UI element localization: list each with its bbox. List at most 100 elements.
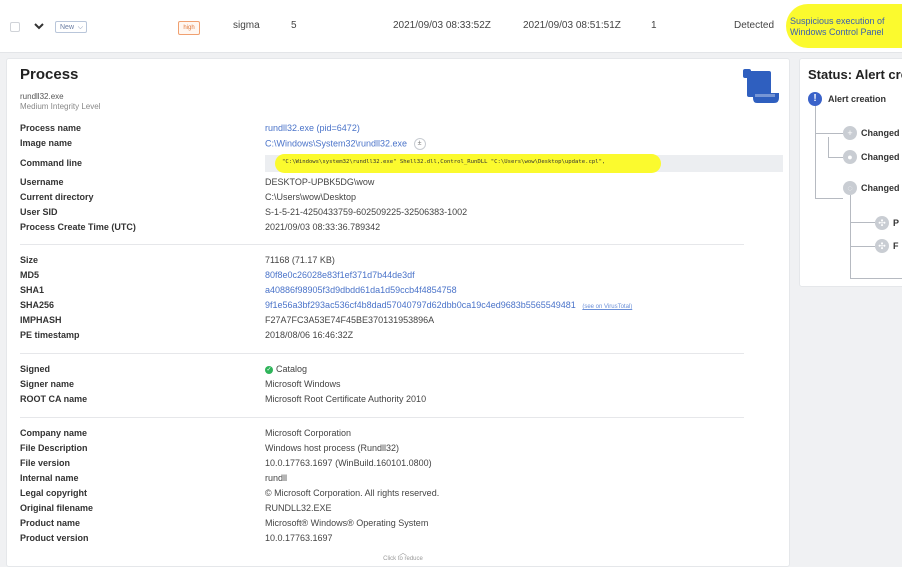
imphash-value: F27A7FC3A53E74F45BE370131953896A [265, 315, 435, 325]
pe-timestamp-value: 2018/08/06 16:46:32Z [265, 330, 354, 340]
size-value: 71168 (71.17 KB) [265, 255, 335, 265]
md5-link[interactable]: 80f8e0c26028e83f1ef371d7b44de3df [265, 270, 415, 280]
timeline-line [815, 133, 843, 134]
timeline-p-1: P [893, 218, 900, 228]
file-version-value: 10.0.17763.1697 (WinBuild.160101.0800) [265, 458, 432, 468]
section-divider [20, 417, 744, 418]
status-title: Status: Alert cre [808, 67, 902, 82]
field-label-username: Username [20, 177, 64, 187]
sha256-row: 9f1e56a3bf293ac536cf4b8dad57040797d62dbb… [265, 300, 632, 310]
first-seen: 2021/09/03 08:33:52Z [393, 20, 491, 31]
image-name-link[interactable]: C:\Windows\System32\rundll32.exe [265, 138, 407, 148]
username-value: DESKTOP-UPBK5DG\wow [265, 177, 375, 187]
section-divider [20, 244, 744, 245]
field-label-internal-name: Internal name [20, 473, 79, 483]
reduce-label: Click to reduce [383, 556, 423, 562]
status-value: New [60, 24, 75, 31]
timeline-p-2: F [893, 241, 899, 251]
timeline-line [850, 195, 851, 279]
status-panel: Status: Alert cre ! Alert creation + Cha… [799, 58, 902, 287]
company-name-value: Microsoft Corporation [265, 428, 352, 438]
reduce-button[interactable]: ︿ Click to reduce [373, 549, 433, 563]
field-label-signed: Signed [20, 364, 51, 374]
current-directory-value: C:\Users\wow\Desktop [265, 192, 357, 202]
field-label-signer-name: Signer name [20, 379, 75, 389]
field-label-md5: MD5 [20, 270, 40, 280]
last-seen: 2021/09/03 08:51:51Z [523, 20, 621, 31]
command-line-value: "C:\Windows\system32\rundll32.exe" Shell… [282, 159, 606, 165]
rule-name-line1[interactable]: Suspicious execution of [790, 16, 885, 27]
plus-circle-icon: + [843, 126, 857, 140]
field-label-sha1: SHA1 [20, 285, 45, 295]
process-card: Process rundll32.exe Medium Integrity Le… [6, 58, 790, 567]
process-name-link[interactable]: rundll32.exe (pid=6472) [265, 123, 360, 133]
user-circle-icon: ● [843, 150, 857, 164]
legal-copyright-value: © Microsoft Corporation. All rights rese… [265, 488, 440, 498]
section-divider [20, 353, 744, 354]
field-label-original-filename: Original filename [20, 503, 94, 513]
integrity-level: Medium Integrity Level [20, 102, 101, 111]
field-label-file-description: File Description [20, 443, 88, 453]
row-checkbox[interactable] [10, 22, 20, 32]
alert-source: sigma [233, 20, 260, 31]
timeline-changed-3: Changed [861, 183, 900, 193]
field-label-company-name: Company name [20, 428, 88, 438]
file-description-value: Windows host process (Rundll32) [265, 443, 400, 453]
chevron-down-icon[interactable] [33, 21, 45, 31]
search-circle-icon: ◌ [843, 181, 857, 195]
check-circle-icon: ✓ [265, 365, 273, 374]
alert-count: 5 [291, 20, 297, 31]
timeline-line [815, 198, 843, 199]
download-icon[interactable]: ± [413, 138, 426, 150]
signer-name-value: Microsoft Windows [265, 379, 341, 389]
root-ca-value: Microsoft Root Certificate Authority 201… [265, 394, 427, 404]
field-label-imphash: IMPHASH [20, 315, 62, 325]
scroll-icon [743, 69, 779, 103]
rule-name[interactable]: Suspicious execution of Windows Control … [786, 4, 902, 48]
signed-value: Catalog [276, 364, 308, 374]
product-name-value: Microsoft® Windows® Operating System [265, 518, 429, 528]
field-label-product-version: Product version [20, 533, 89, 543]
alert-exclamation-icon: ! [808, 92, 822, 106]
create-time-value: 2021/09/03 08:33:36.789342 [265, 222, 381, 232]
product-version-value: 10.0.17763.1697 [265, 533, 333, 543]
user-sid-value: S-1-5-21-4250433759-602509225-32506383-1… [265, 207, 468, 217]
status-dropdown[interactable]: New ⌵ [55, 21, 87, 33]
field-label-process-name: Process name [20, 123, 82, 133]
timeline-line [815, 106, 816, 198]
alert-row[interactable]: New ⌵ high sigma 5 2021/09/03 08:33:52Z … [0, 0, 902, 53]
internal-name-value: rundll [265, 473, 288, 483]
process-exe: rundll32.exe [20, 92, 64, 101]
field-label-size: Size [20, 255, 39, 265]
field-label-current-directory: Current directory [20, 192, 94, 202]
field-label-sha256: SHA256 [20, 300, 55, 310]
hub-circle-icon: ✣ [875, 239, 889, 253]
timeline-line [850, 278, 902, 279]
alert-creation-label: Alert creation [828, 94, 887, 104]
rule-name-line2[interactable]: Windows Control Panel [790, 27, 885, 38]
field-label-command-line: Command line [20, 158, 83, 168]
card-title: Process [20, 66, 79, 83]
sha256-link[interactable]: 9f1e56a3bf293ac536cf4b8dad57040797d62dbb… [265, 300, 576, 310]
timeline-changed-2: Changed [861, 152, 900, 162]
field-label-root-ca: ROOT CA name [20, 394, 88, 404]
field-label-file-version: File version [20, 458, 71, 468]
virustotal-link[interactable]: (see on VirusTotal) [582, 304, 632, 310]
field-label-product-name: Product name [20, 518, 81, 528]
caret-down-icon: ⌵ [77, 24, 83, 31]
sha1-link[interactable]: a40886f98905f3d9dbdd61da1d59ccb4f4854758 [265, 285, 457, 295]
field-label-user-sid: User SID [20, 207, 58, 217]
timeline-line [828, 157, 843, 158]
timeline-line [828, 137, 829, 157]
signed-row: ✓ Catalog [265, 364, 307, 374]
image-name-row: C:\Windows\System32\rundll32.exe ± [265, 138, 426, 150]
timeline-line [850, 246, 875, 247]
severity-badge: high [178, 21, 200, 35]
host-count: 1 [651, 20, 657, 31]
field-label-pe-timestamp: PE timestamp [20, 330, 80, 340]
field-label-legal-copyright: Legal copyright [20, 488, 88, 498]
original-filename-value: RUNDLL32.EXE [265, 503, 332, 513]
field-label-create-time: Process Create Time (UTC) [20, 222, 136, 232]
detection-state: Detected [734, 20, 775, 31]
timeline-line [850, 222, 875, 223]
